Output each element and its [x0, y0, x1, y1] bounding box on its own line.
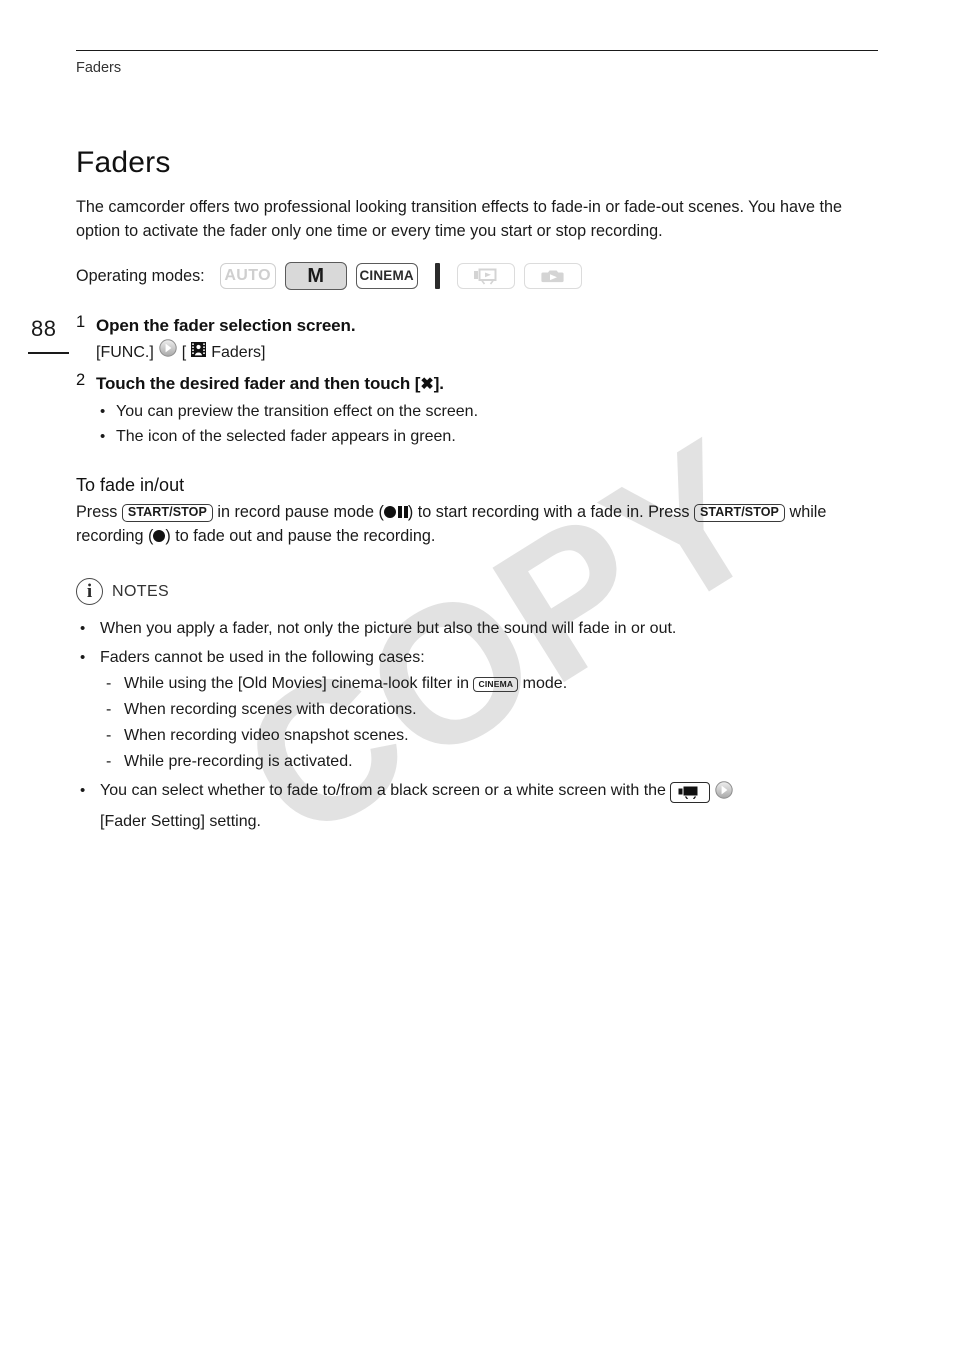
photo-playback-icon [538, 268, 568, 285]
start-stop-key-2[interactable]: START/STOP [693, 504, 785, 522]
notes-item-2-text: Faders cannot be used in the following c… [100, 649, 425, 666]
fade-text-5: ) to fade out and pause the recording. [165, 527, 436, 545]
mode-badge-photo-playback[interactable] [523, 263, 582, 289]
cinema-mode-chip: CINEMA [473, 677, 519, 692]
step-1-menu-path: [FUNC.] [Faders] [96, 339, 878, 365]
operating-modes-label: Operating modes: [76, 266, 205, 285]
start-stop-key-1[interactable]: START/STOP [121, 504, 213, 522]
list-item: You can preview the transition effect on… [96, 399, 878, 424]
record-dot [153, 530, 166, 542]
faders-menu-label[interactable]: Faders] [211, 340, 265, 365]
fade-section-text: Press START/STOP in record pause mode ()… [76, 500, 878, 548]
notes-label: NOTES [112, 582, 170, 600]
content-column: Faders The camcorder offers two professi… [76, 146, 878, 837]
record-pause-icon [383, 506, 408, 518]
camcorder-icon [678, 786, 698, 799]
fade-section-heading: To fade in/out [76, 475, 185, 495]
intro-paragraph: The camcorder offers two professional lo… [76, 198, 843, 240]
notes-item-3-after: [Fader Setting] setting. [100, 813, 261, 830]
mode-badge-auto[interactable]: AUTO [219, 263, 276, 289]
step-2-heading-before: Touch the desired fader and then touch [ [96, 374, 421, 393]
operating-modes-row: Operating modes: AUTO M CINEMA [76, 261, 878, 291]
pause-bar [397, 506, 402, 518]
fade-text-2: in record pause mode ( [217, 503, 384, 521]
recording-mode-chip [670, 781, 711, 803]
step-2: 2 Touch the desired fader and then touch… [76, 371, 878, 449]
arrow-right-icon [159, 339, 177, 365]
info-icon: i [76, 578, 103, 605]
record-dot [383, 506, 396, 518]
list-item: When recording video snapshot scenes. [100, 723, 878, 749]
list-item: You can select whether to fade to/from a… [76, 777, 878, 835]
notes-item-3-before: You can select whether to fade to/from a… [100, 782, 666, 799]
step-2-heading: Touch the desired fader and then touch [… [96, 371, 878, 397]
list-item: While using the [Old Movies] cinema-look… [100, 671, 878, 697]
list-item: While pre-recording is activated. [100, 749, 878, 775]
step-1: 1 Open the fader selection screen. [FUNC… [76, 313, 878, 365]
notes-section: i NOTES When you apply a fader, not only… [76, 578, 878, 835]
header-rule [76, 50, 878, 51]
recording-icon [153, 530, 166, 542]
notes-header: i NOTES [76, 578, 878, 605]
fade-text-1: Press [76, 503, 118, 521]
list-item: When recording scenes with decorations. [100, 697, 878, 723]
movie-playback-icon [471, 268, 501, 285]
mode-badge-manual[interactable]: M [284, 262, 347, 290]
step-2-bullets: You can preview the transition effect on… [96, 399, 878, 449]
step-1-number: 1 [76, 313, 86, 331]
list-item: When you apply a fader, not only the pic… [76, 615, 878, 642]
list-item: Faders cannot be used in the following c… [76, 644, 878, 775]
sub-item-0-after: mode. [522, 675, 568, 692]
page-number: 88 [31, 316, 57, 341]
page-number-rule [28, 352, 69, 354]
fade-text-3: ) to start recording with a fade in. Pre… [407, 503, 690, 521]
step-2-number: 2 [76, 371, 86, 389]
menu-bracket-open: [ [181, 343, 187, 361]
sub-item-0-before: While using the [Old Movies] cinema-look… [124, 675, 470, 692]
step-1-heading: Open the fader selection screen. [96, 316, 356, 335]
list-item: The icon of the selected fader appears i… [96, 424, 878, 449]
mode-badge-cinema[interactable]: CINEMA [355, 263, 418, 289]
mode-badge-movie-playback[interactable] [456, 263, 515, 289]
mode-divider [434, 263, 440, 289]
page-title: Faders [76, 146, 171, 179]
faders-menu-icon [191, 340, 207, 365]
step-2-heading-after: ]. [433, 374, 444, 393]
arrow-right-icon [715, 781, 733, 808]
func-button-label[interactable]: [FUNC.] [96, 340, 154, 365]
running-head: Faders [76, 60, 122, 76]
notes-sub-list: While using the [Old Movies] cinema-look… [100, 671, 878, 775]
close-x-icon: ✖ [420, 376, 434, 393]
notes-list: When you apply a fader, not only the pic… [76, 615, 878, 835]
